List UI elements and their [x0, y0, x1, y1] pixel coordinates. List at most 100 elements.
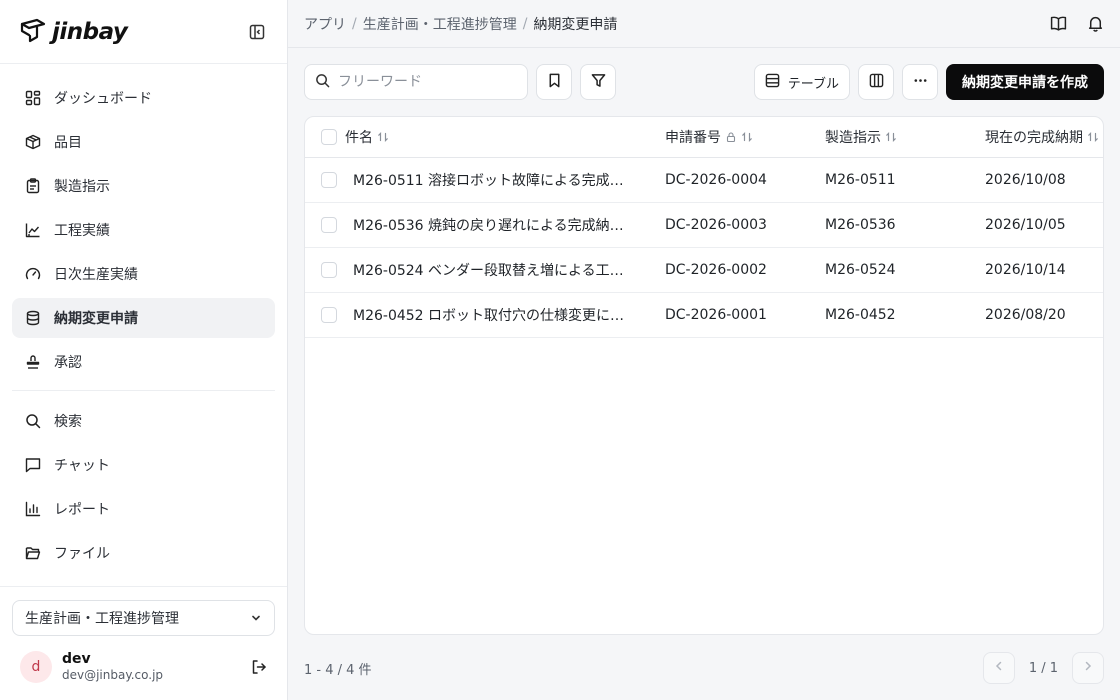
cell-title-text: M26-0536 焼鈍の戻り遅れによる完成納期… — [353, 218, 635, 234]
sidebar-item-label: 承認 — [54, 355, 82, 371]
row-checkbox[interactable] — [321, 217, 337, 233]
sidebar: jinbay ダッシュボード 品目 製造指示 工程実績 日次生産実績 納期変更申… — [0, 0, 288, 700]
app-selector-value: 生産計画・工程進捗管理 — [25, 611, 179, 627]
more-options-button[interactable] — [902, 64, 938, 100]
cell-manufacturing-order: M26-0511 — [825, 172, 896, 188]
sidebar-item-label: ファイル — [54, 546, 110, 562]
breadcrumb-apps[interactable]: アプリ — [304, 14, 346, 34]
table-icon — [765, 73, 780, 92]
avatar[interactable]: d — [20, 651, 52, 683]
book-icon[interactable] — [1050, 15, 1067, 32]
sidebar-item-process-results[interactable]: 工程実績 — [12, 210, 275, 250]
search-input[interactable] — [338, 74, 498, 90]
row-checkbox[interactable] — [321, 172, 337, 188]
view-switcher-label: テーブル — [787, 76, 839, 92]
sidebar-item-daily-production[interactable]: 日次生産実績 — [12, 254, 275, 294]
breadcrumb-separator: / — [522, 15, 528, 32]
row-checkbox[interactable] — [321, 307, 337, 323]
sidebar-divider — [0, 586, 287, 587]
breadcrumb-separator: / — [352, 15, 357, 32]
create-request-button[interactable]: 納期変更申請を作成 — [946, 64, 1104, 100]
logout-icon[interactable] — [251, 659, 267, 675]
sidebar-item-label: 納期変更申請 — [54, 311, 138, 327]
sort-icon — [741, 131, 753, 143]
view-switcher-button[interactable]: テーブル — [753, 64, 850, 100]
cell-request-number: DC-2026-0002 — [665, 262, 767, 278]
sidebar-item-items[interactable]: 品目 — [12, 122, 275, 162]
sidebar-item-label: 工程実績 — [54, 223, 110, 239]
column-header-current-due-date[interactable]: 現在の完成納期 — [985, 117, 1099, 157]
dashboard-icon — [24, 89, 42, 107]
chevron-down-icon — [250, 612, 262, 624]
sidebar-item-dashboard[interactable]: ダッシュボード — [12, 78, 275, 118]
sidebar-item-manufacturing-orders[interactable]: 製造指示 — [12, 166, 275, 206]
cell-current-due-date: 2026/08/20 — [985, 307, 1066, 323]
sidebar-item-label: チャット — [54, 458, 110, 474]
brand-name: jinbay — [52, 18, 128, 45]
table-row[interactable]: M26-0524 ベンダー段取替え増による工程… DC-2026-0002 M2… — [305, 248, 1103, 293]
previous-page-button[interactable] — [982, 652, 1015, 684]
chevron-right-icon — [1082, 660, 1094, 676]
folder-icon — [24, 544, 42, 562]
row-checkbox[interactable] — [321, 262, 337, 278]
column-header-label: 製造指示 — [825, 130, 881, 146]
column-header-label: 件名 — [345, 130, 373, 146]
search-icon — [24, 412, 42, 430]
sidebar-item-reports[interactable]: レポート — [12, 489, 275, 529]
cell-title: M26-0536 焼鈍の戻り遅れによる完成納期… — [353, 203, 635, 247]
filter-button[interactable] — [580, 64, 616, 100]
user-info: dev dev@jinbay.co.jp — [62, 651, 163, 682]
sidebar-item-label: レポート — [54, 502, 110, 518]
logo[interactable]: jinbay — [20, 17, 128, 47]
table-row[interactable]: M26-0511 溶接ロボット故障による完成納… DC-2026-0004 M2… — [305, 158, 1103, 203]
next-page-button[interactable] — [1072, 652, 1104, 684]
collapse-sidebar-icon[interactable] — [247, 22, 267, 42]
cell-current-due-date: 2026/10/08 — [985, 172, 1066, 188]
search-box[interactable] — [304, 64, 528, 100]
table-header: 件名 申請番号 製造指示 現在の完成納期 — [305, 117, 1103, 158]
column-header-title[interactable]: 件名 — [345, 117, 635, 157]
cell-title-text: M26-0452 ロボット取付穴の仕様変更によ… — [353, 308, 635, 324]
cell-manufacturing-order: M26-0452 — [825, 307, 896, 323]
cell-title-text: M26-0524 ベンダー段取替え増による工程… — [353, 263, 635, 279]
table-row[interactable]: M26-0452 ロボット取付穴の仕様変更によ… DC-2026-0001 M2… — [305, 293, 1103, 338]
cell-manufacturing-order: M26-0536 — [825, 217, 896, 233]
columns-button[interactable] — [858, 64, 894, 100]
sidebar-item-chat[interactable]: チャット — [12, 445, 275, 485]
table-row[interactable]: M26-0536 焼鈍の戻り遅れによる完成納期… DC-2026-0003 M2… — [305, 203, 1103, 248]
cell-request-number: DC-2026-0004 — [665, 172, 767, 188]
row-checkbox-cell — [321, 203, 337, 247]
header: アプリ / 生産計画・工程進捗管理 / 納期変更申請 — [288, 0, 1120, 48]
row-checkbox-cell — [321, 248, 337, 292]
cell-request-number: DC-2026-0003 — [665, 217, 767, 233]
cell-title: M26-0452 ロボット取付穴の仕様変更によ… — [353, 293, 635, 337]
box-icon — [24, 133, 42, 151]
sidebar-item-files[interactable]: ファイル — [12, 533, 275, 573]
breadcrumb-app[interactable]: 生産計画・工程進捗管理 — [363, 14, 517, 34]
sidebar-item-label: 品目 — [54, 135, 82, 151]
bell-icon[interactable] — [1087, 15, 1104, 32]
column-header-manufacturing-order[interactable]: 製造指示 — [825, 117, 897, 157]
clipboard-icon — [24, 177, 42, 195]
sidebar-item-search[interactable]: 検索 — [12, 401, 275, 441]
column-header-request-number[interactable]: 申請番号 — [665, 117, 753, 157]
select-all-checkbox[interactable] — [321, 129, 337, 145]
toolbar: テーブル 納期変更申請を作成 — [304, 64, 1104, 100]
column-header-label: 申請番号 — [665, 130, 721, 146]
sidebar-item-due-date-change[interactable]: 納期変更申請 — [12, 298, 275, 338]
bookmark-button[interactable] — [536, 64, 572, 100]
data-table: 件名 申請番号 製造指示 現在の完成納期 M26-0511 溶接ロボット故障によ… — [304, 116, 1104, 635]
chart-icon — [24, 221, 42, 239]
breadcrumb: アプリ / 生産計画・工程進捗管理 / 納期変更申請 — [304, 14, 617, 34]
lock-icon — [725, 131, 737, 143]
nav-divider — [12, 390, 275, 391]
database-icon — [24, 309, 42, 327]
bar-chart-icon — [24, 500, 42, 518]
cell-current-due-date: 2026/10/14 — [985, 262, 1066, 278]
row-checkbox-cell — [321, 158, 337, 202]
sidebar-item-approval[interactable]: 承認 — [12, 342, 275, 382]
header-checkbox-cell — [321, 117, 337, 157]
logo-row: jinbay — [0, 0, 287, 64]
app-selector[interactable]: 生産計画・工程進捗管理 — [12, 600, 275, 636]
user-name: dev — [62, 651, 91, 668]
